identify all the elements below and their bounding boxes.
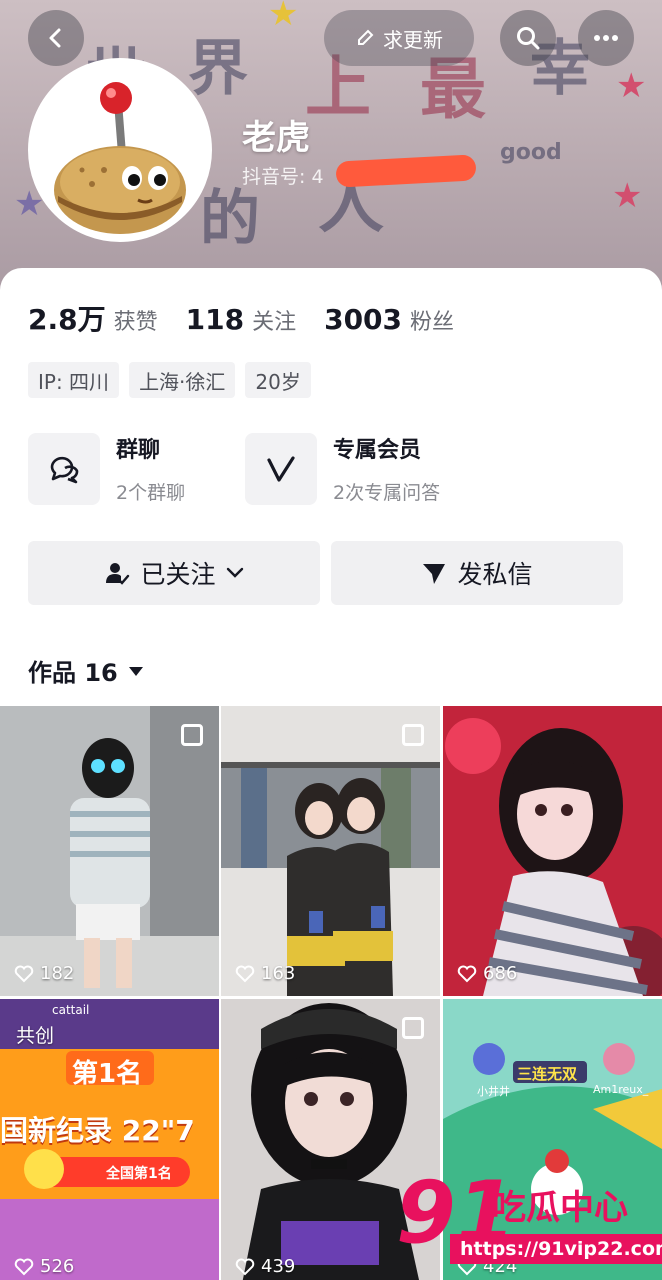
stat-label: 获赞 <box>113 310 158 335</box>
feature-subtitle: 2个群聊 <box>116 482 186 504</box>
potato-mine-avatar-icon <box>32 62 208 238</box>
stats-row: 2.8万 获赞 118 关注 3003 粉丝 <box>28 298 454 338</box>
record-text: 国新纪录 22"7 <box>0 1114 195 1147</box>
banner-doodle: 界 <box>188 34 248 104</box>
send-message-button[interactable]: 发私信 <box>331 541 623 605</box>
vip-v-icon <box>267 455 295 482</box>
stat-following[interactable]: 118 关注 <box>186 303 296 336</box>
back-button[interactable] <box>28 10 84 66</box>
stat-label: 关注 <box>252 310 297 335</box>
caret-down-icon <box>128 666 143 676</box>
like-count: 163 <box>235 963 295 984</box>
heart-outline-icon <box>14 965 34 982</box>
feature-subtitle: 2次专属问答 <box>333 482 441 504</box>
feature-title: 群聊 <box>116 438 161 463</box>
stat-likes[interactable]: 2.8万 获赞 <box>28 298 158 338</box>
star-doodle-icon: ★ <box>616 66 647 106</box>
like-count: 182 <box>14 963 74 984</box>
search-icon <box>517 27 540 50</box>
banner-doodle: good <box>500 140 562 165</box>
like-count: 439 <box>235 1256 295 1277</box>
chevron-down-icon <box>226 567 243 578</box>
heart-outline-icon <box>235 1258 255 1275</box>
thumbnail-image <box>0 706 219 996</box>
watermark-url: https://91vip22.com <box>450 1234 662 1264</box>
like-count-value: 182 <box>40 963 75 984</box>
douyin-id[interactable]: 抖音号: 4 <box>242 162 324 189</box>
national-rank-badge: 全国第1名 <box>106 1166 172 1182</box>
feature-title: 专属会员 <box>333 438 422 463</box>
cocreate-label: 共创 <box>16 1025 55 1047</box>
request-update-label: 求更新 <box>383 27 443 52</box>
heart-outline-icon <box>235 965 255 982</box>
multi-image-icon <box>181 724 203 746</box>
stat-value: 2.8万 <box>28 303 106 336</box>
thumbnail-image <box>443 706 662 996</box>
feature-icon-box <box>28 432 100 505</box>
search-button[interactable] <box>500 10 556 66</box>
stat-value: 3003 <box>324 303 403 336</box>
profile-tags: IP: 四川 上海·徐汇 20岁 <box>28 362 311 398</box>
tag-location: 上海·徐汇 <box>129 362 236 398</box>
like-count-value: 163 <box>261 963 296 984</box>
like-count-value: 439 <box>261 1256 296 1277</box>
player-name: 小井井 <box>477 1085 510 1098</box>
watermark-text: 吃瓜中心 <box>492 1188 628 1228</box>
group-chat-entry[interactable]: 群聊 2个群聊 <box>28 432 185 505</box>
like-count-value: 686 <box>483 963 518 984</box>
heart-outline-icon <box>457 965 477 982</box>
exclusive-member-entry[interactable]: 专属会员 2次专属问答 <box>245 432 440 505</box>
feature-icon-box <box>245 432 317 505</box>
video-thumbnail[interactable]: 163 <box>221 706 440 996</box>
works-tab-label: 作品 16 <box>28 659 118 687</box>
send-message-label: 发私信 <box>457 560 533 589</box>
player-name: Am1reux_ <box>593 1083 649 1096</box>
thumbnail-image <box>221 706 440 996</box>
chevron-left-icon <box>49 28 61 48</box>
heart-outline-icon <box>14 1258 34 1275</box>
watermark-logo: 91 吃瓜中心 https://91vip22.com <box>396 1170 662 1280</box>
more-dots-icon <box>594 35 618 41</box>
video-thumbnail[interactable]: 686 <box>443 706 662 996</box>
nickname: 老虎 <box>242 118 310 158</box>
video-thumbnail[interactable]: cattail 第1名 国新纪录 22"7 全国第1名 共创 526 <box>0 999 219 1280</box>
like-count: 686 <box>457 963 517 984</box>
paper-plane-icon <box>423 564 446 584</box>
video-thumbnail[interactable]: 182 <box>0 706 219 996</box>
stat-value: 118 <box>185 303 245 336</box>
avatar[interactable] <box>28 58 212 242</box>
user-check-icon <box>106 563 130 585</box>
profile-banner: 世 界 上 最 幸 的 人 good ★ ★ ★ ★ 求更新 <box>0 0 662 300</box>
chat-bubbles-icon <box>50 456 79 483</box>
followed-label: 已关注 <box>140 560 216 589</box>
more-button[interactable] <box>578 10 634 66</box>
works-tab[interactable]: 作品 16 <box>28 653 144 688</box>
rank-text: 第1名 <box>72 1059 143 1089</box>
star-doodle-icon: ★ <box>612 176 643 216</box>
player-name: cattail <box>52 1003 90 1017</box>
followed-button[interactable]: 已关注 <box>28 541 320 605</box>
request-update-button[interactable]: 求更新 <box>324 10 474 66</box>
multi-image-icon <box>402 724 424 746</box>
stat-followers[interactable]: 3003 粉丝 <box>324 303 454 336</box>
like-count-value: 526 <box>40 1256 75 1277</box>
stat-label: 粉丝 <box>410 310 455 335</box>
tag-age: 20岁 <box>245 362 311 398</box>
game-title: 三连无双 <box>517 1065 578 1083</box>
edit-pen-icon <box>358 29 374 45</box>
star-doodle-icon: ★ <box>268 0 299 34</box>
like-count: 526 <box>14 1256 74 1277</box>
tag-ip: IP: 四川 <box>28 362 120 398</box>
multi-image-icon <box>402 1017 424 1039</box>
